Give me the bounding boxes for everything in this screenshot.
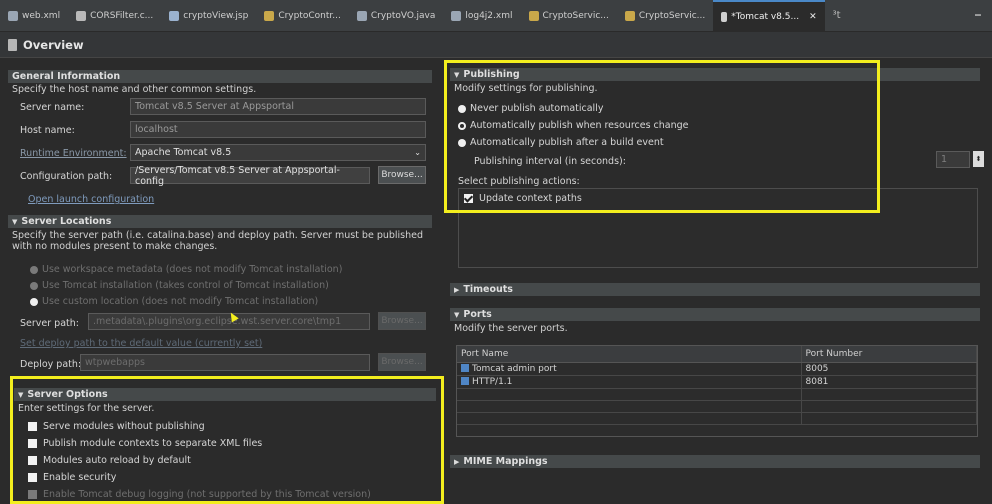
java-class-icon <box>264 10 275 21</box>
port-icon <box>461 364 469 372</box>
editor-tab-web-xml[interactable]: web.xml <box>0 0 68 32</box>
xml-file-icon <box>451 10 462 21</box>
collapse-arrow-icon[interactable]: ▼ <box>454 311 459 319</box>
minimize-icon[interactable]: − <box>974 10 992 21</box>
server-name-row: Server name: <box>20 102 85 113</box>
port-icon <box>461 377 469 385</box>
xml-file-icon <box>8 10 18 21</box>
section-description: Modify the server ports. <box>454 323 568 334</box>
server-path-browse-button[interactable]: Browse... <box>378 312 426 330</box>
deploy-path-browse-button[interactable]: Browse... <box>378 353 426 371</box>
timeouts-section: ▶ Timeouts <box>450 283 980 296</box>
radio-icon <box>30 281 38 290</box>
close-icon[interactable]: ✕ <box>809 12 817 22</box>
section-description: Specify the server path (i.e. catalina.b… <box>12 230 424 252</box>
java-file-icon <box>76 10 87 21</box>
radio-selected-icon <box>30 265 38 274</box>
table-row[interactable]: Tomcat admin port 8005 <box>457 362 977 376</box>
section-header[interactable]: ▶ Timeouts <box>450 283 980 296</box>
server-icon <box>721 11 728 22</box>
table-row <box>457 388 977 401</box>
editor-tab-tomcat-server[interactable]: *Tomcat v8.5... ✕ <box>713 0 825 32</box>
editor-tab-bar: web.xml CORSFilter.c... cryptoView.jsp C… <box>0 0 992 32</box>
editor-tab-cryptoservice-2[interactable]: CryptoServic... <box>617 0 713 32</box>
runtime-environment-select[interactable]: Apache Tomcat v8.5 ⌄ <box>130 144 426 161</box>
java-class-icon <box>528 10 539 21</box>
column-header-port-number[interactable]: Port Number <box>801 346 977 363</box>
location-option-custom[interactable]: Use custom location (does not modify Tom… <box>30 296 318 307</box>
editor-tab-cryptoservice-1[interactable]: CryptoServic... <box>521 0 617 32</box>
overview-icon <box>8 38 17 51</box>
server-options-highlight <box>10 376 444 504</box>
general-information-section: General Information Specify the host nam… <box>8 70 432 95</box>
column-header-port-name[interactable]: Port Name <box>457 346 802 363</box>
table-row[interactable]: HTTP/1.1 8081 <box>457 375 977 389</box>
server-locations-section: ▼ Server Locations Specify the server pat… <box>8 215 432 252</box>
collapse-arrow-icon[interactable]: ▼ <box>12 218 17 226</box>
host-name-field[interactable]: localhost <box>130 121 426 138</box>
section-header: ▼ Server Locations <box>8 215 432 228</box>
port-number-cell[interactable]: 8081 <box>801 375 977 389</box>
server-path-row: Server path: <box>20 318 79 329</box>
open-launch-configuration-link[interactable]: Open launch configuration <box>28 194 154 205</box>
editor-page-header: Overview <box>0 32 992 58</box>
location-option-workspace[interactable]: Use workspace metadata (does not modify … <box>30 264 342 275</box>
table-row <box>457 400 977 413</box>
set-deploy-path-link[interactable]: Set deploy path to the default value (cu… <box>20 338 262 349</box>
port-name-cell: Tomcat admin port <box>457 362 802 376</box>
java-file-icon <box>356 10 367 21</box>
configuration-path-field[interactable]: /Servers/Tomcat v8.5 Server at Appsporta… <box>130 165 370 187</box>
deploy-path-row: Deploy path: <box>20 359 82 370</box>
java-class-icon <box>624 10 635 21</box>
editor-tab-cryptovo-java[interactable]: CryptoVO.java <box>349 0 444 32</box>
set-deploy-row: Set deploy path to the default value (cu… <box>20 338 262 349</box>
ports-table: Port Name Port Number Tomcat admin port … <box>456 345 978 437</box>
expand-arrow-icon: ▶ <box>454 285 460 294</box>
runtime-environment-row: Runtime Environment: <box>20 148 127 159</box>
spinner-arrows-icon[interactable]: ⬍ <box>973 151 984 167</box>
table-row <box>457 412 977 425</box>
section-header: General Information <box>8 70 432 83</box>
runtime-environment-link[interactable]: Runtime Environment: <box>20 148 127 159</box>
expand-arrow-icon: ▶ <box>454 457 460 466</box>
configuration-path-row: Configuration path: <box>20 171 113 182</box>
host-name-row: Host name: <box>20 125 75 136</box>
section-header: ▼ Ports <box>450 308 980 321</box>
port-number-cell[interactable]: 8005 <box>801 362 977 376</box>
editor-tab-cryptocontroller[interactable]: CryptoContr... <box>256 0 349 32</box>
publishing-highlight <box>444 60 880 213</box>
ports-section: ▼ Ports Modify the server ports. <box>450 308 980 334</box>
tab-overflow-indicator[interactable]: ³t <box>825 10 849 21</box>
configuration-browse-button[interactable]: Browse... <box>378 166 426 184</box>
editor-tab-log4j2-xml[interactable]: log4j2.xml <box>443 0 520 32</box>
section-header[interactable]: ▶ MIME Mappings <box>450 455 980 468</box>
publishing-interval-field[interactable]: 1 <box>936 151 970 168</box>
ports-table-header: Port Name Port Number <box>457 346 977 363</box>
mime-mappings-section: ▶ MIME Mappings <box>450 455 980 468</box>
port-name-cell: HTTP/1.1 <box>457 375 802 389</box>
location-option-tomcat[interactable]: Use Tomcat installation (takes control o… <box>30 280 329 291</box>
page-title: Overview <box>23 37 84 52</box>
open-launch-row: Open launch configuration <box>28 194 154 205</box>
server-name-field[interactable]: Tomcat v8.5 Server at Appsportal <box>130 98 426 115</box>
chevron-down-icon: ⌄ <box>414 148 421 157</box>
radio-selected-icon <box>30 297 38 306</box>
editor-tab-cryptoview-jsp[interactable]: cryptoView.jsp <box>161 0 256 32</box>
jsp-file-icon <box>169 10 180 21</box>
editor-tab-corsfilter[interactable]: CORSFilter.c... <box>68 0 161 32</box>
deploy-path-field[interactable]: wtpwebapps <box>80 354 370 371</box>
section-description: Specify the host name and other common s… <box>12 84 257 95</box>
